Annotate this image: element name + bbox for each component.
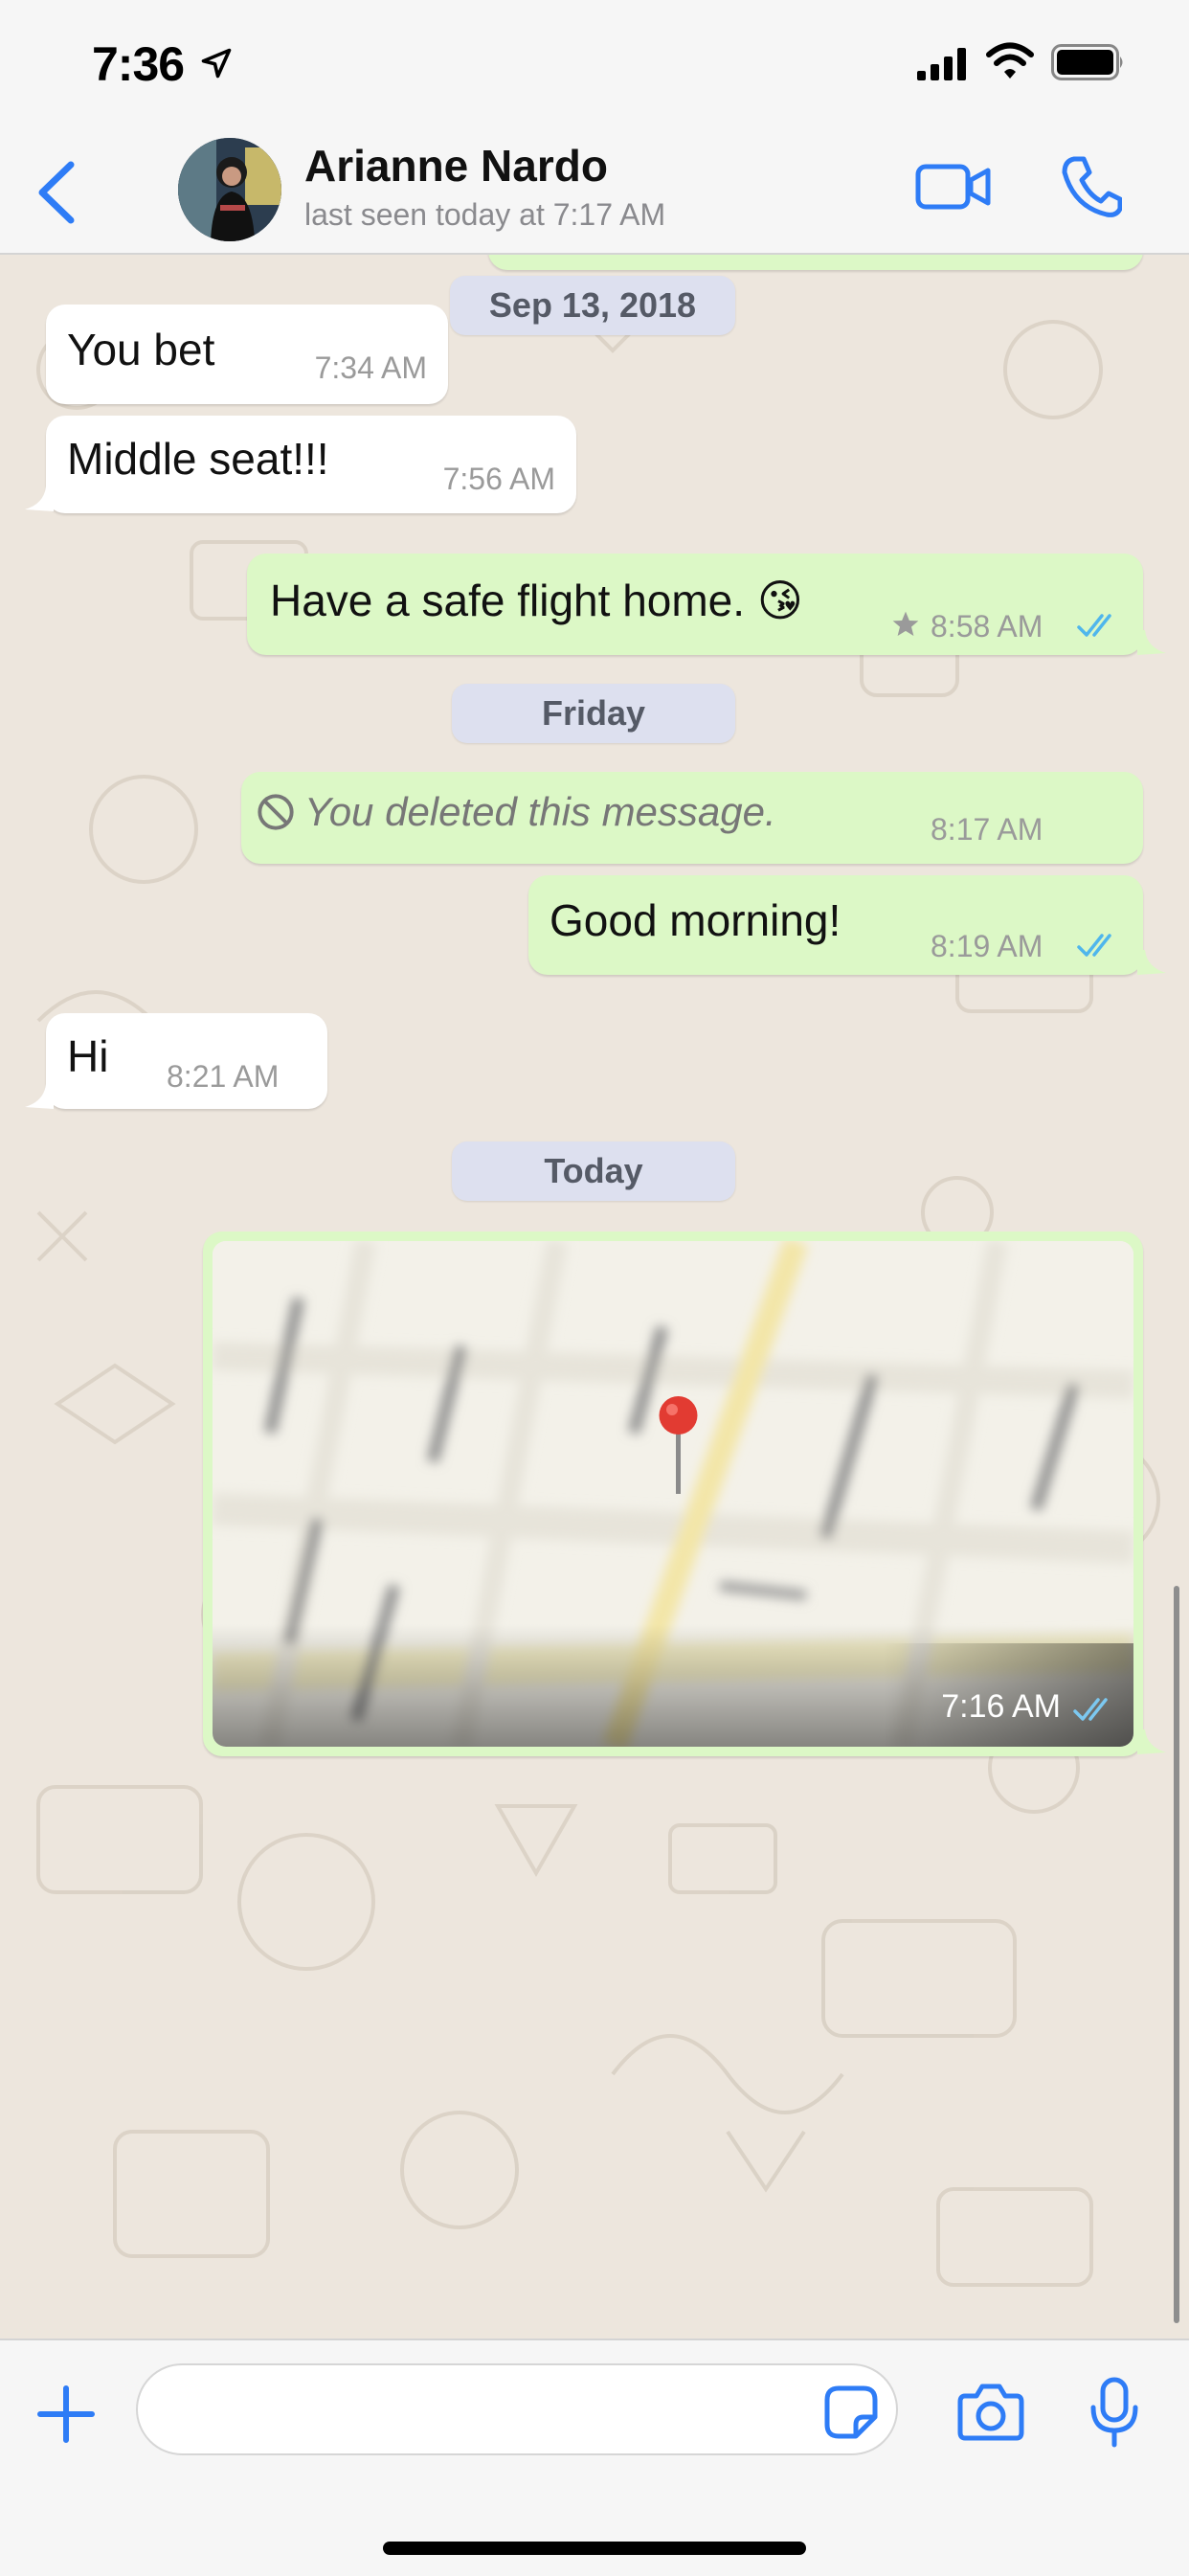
map-pin-icon (659, 1396, 698, 1494)
message-bubble-incoming[interactable]: Middle seat!!! 7:56 AM (46, 416, 576, 513)
read-ticks-icon (1077, 934, 1111, 957)
date-separator: Today (452, 1141, 735, 1201)
video-camera-icon[interactable] (915, 159, 992, 215)
status-time: 7:36 (92, 37, 185, 91)
bubble-tail (1137, 950, 1166, 975)
contact-name[interactable]: Arianne Nardo (304, 140, 608, 192)
message-time: 8:17 AM (931, 812, 1043, 847)
message-input-bar (0, 2339, 1189, 2576)
chat-area[interactable]: Sep 13, 2018 You bet 7:34 AM Middle seat… (0, 255, 1189, 2339)
plus-icon[interactable] (34, 2383, 98, 2446)
avatar[interactable] (178, 138, 281, 241)
location-message-bubble[interactable]: 7:16 AM (203, 1232, 1143, 1756)
message-bubble-incoming[interactable]: Hi 8:21 AM (46, 1013, 327, 1109)
message-time: 7:56 AM (442, 462, 555, 496)
avatar-photo (178, 138, 281, 241)
star-icon (892, 611, 919, 636)
bubble-tail (25, 1084, 54, 1109)
message-time: 8:21 AM (167, 1059, 280, 1094)
status-bar: 7:36 (0, 0, 1189, 124)
location-arrow-icon (201, 48, 232, 79)
chat-header: Arianne Nardo last seen today at 7:17 AM (0, 124, 1189, 255)
microphone-icon[interactable] (1089, 2377, 1139, 2448)
message-text: Good morning! (550, 895, 841, 945)
chevron-left-icon[interactable] (33, 159, 80, 226)
message-text: Have a safe flight home. 😘 (270, 576, 803, 625)
date-separator: Friday (452, 684, 735, 743)
bubble-tail (1137, 1729, 1166, 1754)
battery-icon (1051, 44, 1123, 80)
bubble-tail (1137, 630, 1166, 655)
camera-icon[interactable] (957, 2383, 1024, 2442)
message-input[interactable] (136, 2363, 898, 2455)
message-bubble-partial[interactable] (488, 255, 1143, 270)
cellular-signal-icon (917, 48, 966, 80)
message-text: Middle seat!!! (67, 434, 329, 484)
wifi-icon (986, 42, 1034, 79)
phone-icon[interactable] (1061, 155, 1122, 218)
message-time: 7:16 AM (941, 1688, 1061, 1725)
bubble-tail (25, 486, 54, 511)
blocked-icon (258, 794, 294, 830)
home-indicator[interactable] (383, 2542, 806, 2555)
message-bubble-deleted[interactable]: You deleted this message. 8:17 AM (241, 772, 1143, 864)
deleted-message-text: You deleted this message. (304, 789, 776, 834)
sticker-icon[interactable] (823, 2384, 879, 2440)
date-separator: Sep 13, 2018 (450, 276, 735, 335)
message-bubble-incoming[interactable]: You bet 7:34 AM (46, 305, 448, 404)
message-text: You bet (67, 325, 215, 374)
location-map-preview[interactable]: 7:16 AM (213, 1241, 1133, 1747)
last-seen-status: last seen today at 7:17 AM (304, 197, 666, 232)
message-time: 7:34 AM (314, 350, 427, 385)
read-ticks-icon (1073, 1698, 1108, 1721)
message-bubble-outgoing[interactable]: Good morning! 8:19 AM (528, 875, 1143, 975)
message-bubble-outgoing[interactable]: Have a safe flight home. 😘 8:58 AM (247, 554, 1143, 655)
scrollbar[interactable] (1174, 1586, 1179, 2323)
message-time: 8:19 AM (931, 929, 1043, 963)
read-ticks-icon (1077, 614, 1111, 637)
message-time: 8:58 AM (931, 609, 1043, 644)
message-text: Hi (67, 1031, 109, 1081)
